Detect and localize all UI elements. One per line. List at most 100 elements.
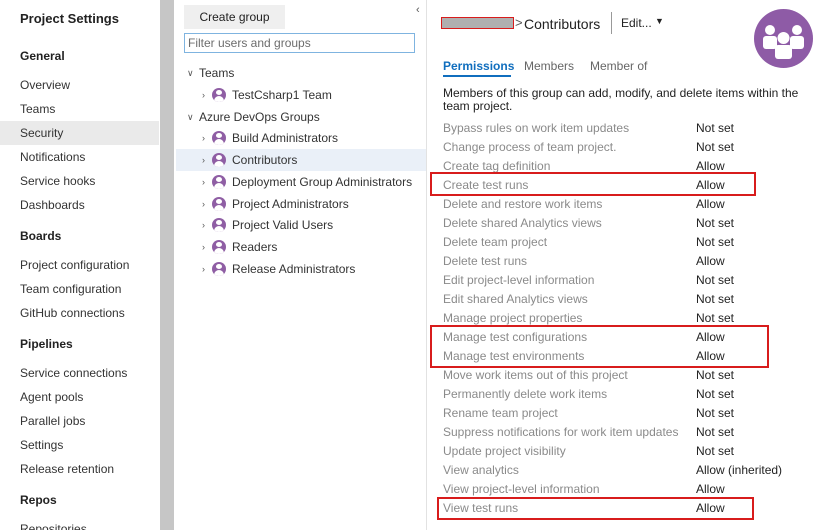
nav-item-security[interactable]: Security bbox=[0, 121, 159, 145]
chevron-right-icon[interactable]: › bbox=[202, 84, 205, 106]
permission-row[interactable]: Edit project-level information Not set bbox=[443, 271, 813, 290]
permission-row[interactable]: View analytics Allow (inherited) bbox=[443, 461, 813, 480]
permission-name: Change process of team project. bbox=[443, 140, 617, 154]
nav-item-service-connections[interactable]: Service connections bbox=[0, 361, 159, 385]
nav-section-general: General bbox=[20, 49, 65, 63]
nav-item-teams[interactable]: Teams bbox=[0, 97, 159, 121]
permission-value[interactable]: Allow bbox=[696, 176, 725, 195]
tree-node-group[interactable]: › Release Administrators bbox=[176, 258, 426, 280]
permission-row[interactable]: Edit shared Analytics views Not set bbox=[443, 290, 813, 309]
nav-scrollbar-thumb[interactable] bbox=[160, 0, 174, 530]
nav-item-repositories[interactable]: Repositories bbox=[0, 517, 159, 530]
chevron-left-icon[interactable]: ‹ bbox=[416, 4, 420, 16]
nav-item-overview[interactable]: Overview bbox=[0, 73, 159, 97]
nav-item-parallel-jobs[interactable]: Parallel jobs bbox=[0, 409, 159, 433]
permission-value[interactable]: Allow bbox=[696, 347, 725, 366]
tree-node-label: Build Administrators bbox=[232, 131, 339, 145]
nav-item-settings[interactable]: Settings bbox=[0, 433, 159, 457]
chevron-down-icon[interactable]: ∨ bbox=[187, 106, 194, 128]
permission-value[interactable]: Allow (inherited) bbox=[696, 461, 782, 480]
nav-item-team-configuration[interactable]: Team configuration bbox=[0, 277, 159, 301]
permission-row[interactable]: Update project visibility Not set bbox=[443, 442, 813, 461]
chevron-right-icon[interactable]: › bbox=[202, 149, 205, 171]
nav-scrollbar[interactable] bbox=[159, 0, 175, 530]
permission-value[interactable]: Not set bbox=[696, 366, 734, 385]
tree-node-group[interactable]: › Readers bbox=[176, 236, 426, 258]
permission-name: Move work items out of this project bbox=[443, 368, 628, 382]
nav-item-agent-pools[interactable]: Agent pools bbox=[0, 385, 159, 409]
permission-name: Delete shared Analytics views bbox=[443, 216, 602, 230]
permission-value[interactable]: Not set bbox=[696, 233, 734, 252]
permission-row[interactable]: Manage project properties Not set bbox=[443, 309, 813, 328]
tab-member-of[interactable]: Member of bbox=[590, 59, 647, 73]
permission-row[interactable]: Delete and restore work items Allow bbox=[443, 195, 813, 214]
nav-section-pipelines: Pipelines bbox=[20, 337, 73, 351]
permission-name: Delete test runs bbox=[443, 254, 528, 268]
permission-row[interactable]: Create tag definition Allow bbox=[443, 157, 813, 176]
permission-row[interactable]: Rename team project Not set bbox=[443, 404, 813, 423]
chevron-right-icon[interactable]: › bbox=[202, 171, 205, 193]
nav-item-release-retention[interactable]: Release retention bbox=[0, 457, 159, 481]
permission-value[interactable]: Not set bbox=[696, 309, 734, 328]
tab-permissions[interactable]: Permissions bbox=[443, 59, 514, 73]
filter-users-groups-input[interactable] bbox=[184, 33, 415, 53]
permission-row[interactable]: Create test runs Allow bbox=[443, 176, 813, 195]
permission-row[interactable]: Change process of team project. Not set bbox=[443, 138, 813, 157]
nav-item-notifications[interactable]: Notifications bbox=[0, 145, 159, 169]
permission-value[interactable]: Not set bbox=[696, 290, 734, 309]
tree-node-label: Project Administrators bbox=[232, 197, 349, 211]
tree-node-group[interactable]: › Deployment Group Administrators bbox=[176, 171, 426, 193]
nav-item-dashboards[interactable]: Dashboards bbox=[0, 193, 159, 217]
permission-row[interactable]: Delete team project Not set bbox=[443, 233, 813, 252]
permission-value[interactable]: Allow bbox=[696, 252, 725, 271]
tree-node-label: Teams bbox=[199, 66, 235, 80]
tree-node-azure-devops-groups[interactable]: ∨ Azure DevOps Groups bbox=[176, 106, 426, 128]
tree-node-teams[interactable]: ∨ Teams bbox=[176, 62, 426, 84]
permission-row[interactable]: Manage test configurations Allow bbox=[443, 328, 813, 347]
permission-value[interactable]: Allow bbox=[696, 195, 725, 214]
permission-row[interactable]: View test runs Allow bbox=[443, 499, 813, 518]
chevron-right-icon[interactable]: › bbox=[202, 214, 205, 236]
tree-node-group-selected[interactable]: › Contributors bbox=[176, 149, 426, 171]
edit-menu-button[interactable]: Edit... bbox=[621, 16, 652, 30]
chevron-right-icon[interactable]: › bbox=[202, 193, 205, 215]
permission-value[interactable]: Not set bbox=[696, 119, 734, 138]
permission-value[interactable]: Not set bbox=[696, 214, 734, 233]
chevron-right-icon[interactable]: › bbox=[202, 127, 205, 149]
permission-value[interactable]: Not set bbox=[696, 271, 734, 290]
permission-value[interactable]: Allow bbox=[696, 499, 725, 518]
chevron-right-icon[interactable]: › bbox=[202, 258, 205, 280]
permission-row[interactable]: Suppress notifications for work item upd… bbox=[443, 423, 813, 442]
permission-row[interactable]: Delete shared Analytics views Not set bbox=[443, 214, 813, 233]
tree-node-group[interactable]: › Project Valid Users bbox=[176, 214, 426, 236]
group-people-icon bbox=[212, 218, 226, 232]
chevron-right-icon[interactable]: › bbox=[202, 236, 205, 258]
permission-value[interactable]: Not set bbox=[696, 442, 734, 461]
permission-value[interactable]: Allow bbox=[696, 480, 725, 499]
chevron-down-icon[interactable]: ∨ bbox=[187, 62, 194, 84]
permission-row[interactable]: Manage test environments Allow bbox=[443, 347, 813, 366]
permission-value[interactable]: Not set bbox=[696, 385, 734, 404]
permission-value[interactable]: Not set bbox=[696, 404, 734, 423]
permission-value[interactable]: Not set bbox=[696, 138, 734, 157]
permission-row[interactable]: Delete test runs Allow bbox=[443, 252, 813, 271]
permission-row[interactable]: Permanently delete work items Not set bbox=[443, 385, 813, 404]
permission-row[interactable]: Move work items out of this project Not s… bbox=[443, 366, 813, 385]
group-avatar-icon bbox=[754, 9, 813, 68]
nav-item-project-configuration[interactable]: Project configuration bbox=[0, 253, 159, 277]
group-people-icon bbox=[212, 153, 226, 167]
nav-item-service-hooks[interactable]: Service hooks bbox=[0, 169, 159, 193]
tab-members[interactable]: Members bbox=[524, 59, 574, 73]
tree-node-group[interactable]: › Project Administrators bbox=[176, 193, 426, 215]
caret-down-icon[interactable]: ▼ bbox=[655, 16, 664, 26]
permission-value[interactable]: Allow bbox=[696, 328, 725, 347]
permission-name: Edit project-level information bbox=[443, 273, 595, 287]
permission-value[interactable]: Allow bbox=[696, 157, 725, 176]
create-group-button[interactable]: Create group bbox=[184, 5, 285, 29]
permission-row[interactable]: Bypass rules on work item updates Not set bbox=[443, 119, 813, 138]
nav-item-github-connections[interactable]: GitHub connections bbox=[0, 301, 159, 325]
permission-row[interactable]: View project-level information Allow bbox=[443, 480, 813, 499]
permission-value[interactable]: Not set bbox=[696, 423, 734, 442]
tree-node-team[interactable]: › TestCsharp1 Team bbox=[176, 84, 426, 106]
tree-node-group[interactable]: › Build Administrators bbox=[176, 127, 426, 149]
